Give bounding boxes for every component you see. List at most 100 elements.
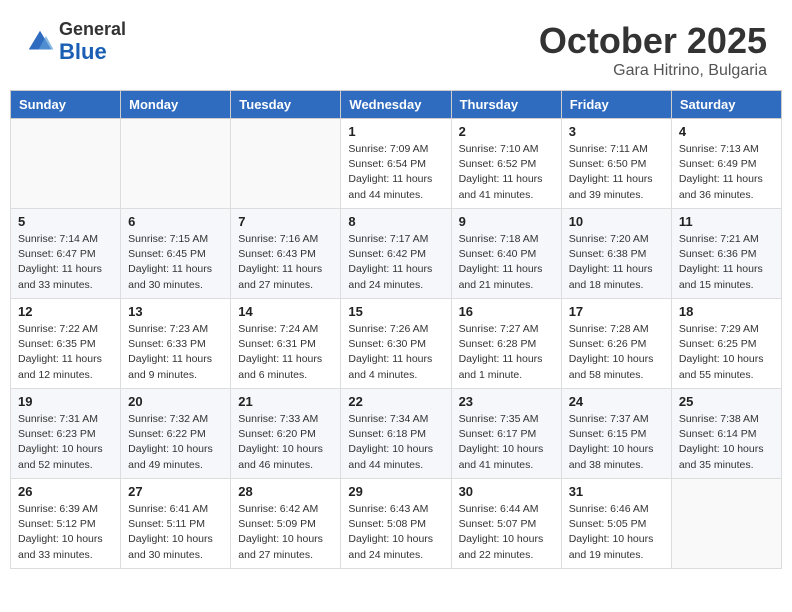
table-row: 31 Sunrise: 6:46 AM Sunset: 5:05 PM Dayli… [561, 479, 671, 569]
table-row: 27 Sunrise: 6:41 AM Sunset: 5:11 PM Dayli… [121, 479, 231, 569]
logo-blue: Blue [59, 40, 126, 64]
day-info: Sunrise: 7:32 AM Sunset: 6:22 PM Dayligh… [128, 412, 223, 473]
day-info: Sunrise: 7:22 AM Sunset: 6:35 PM Dayligh… [18, 322, 113, 383]
logo: General Blue [25, 20, 126, 64]
day-number: 18 [679, 304, 774, 319]
day-info: Sunrise: 7:13 AM Sunset: 6:49 PM Dayligh… [679, 142, 774, 203]
day-info: Sunrise: 7:20 AM Sunset: 6:38 PM Dayligh… [569, 232, 664, 293]
day-info: Sunrise: 7:35 AM Sunset: 6:17 PM Dayligh… [459, 412, 554, 473]
day-number: 23 [459, 394, 554, 409]
day-info: Sunrise: 7:26 AM Sunset: 6:30 PM Dayligh… [348, 322, 443, 383]
day-info: Sunrise: 7:27 AM Sunset: 6:28 PM Dayligh… [459, 322, 554, 383]
day-number: 12 [18, 304, 113, 319]
day-info: Sunrise: 7:29 AM Sunset: 6:25 PM Dayligh… [679, 322, 774, 383]
location: Gara Hitrino, Bulgaria [539, 62, 767, 80]
table-row: 18 Sunrise: 7:29 AM Sunset: 6:25 PM Dayli… [671, 299, 781, 389]
day-number: 5 [18, 214, 113, 229]
table-row: 8Sunrise: 7:17 AM Sunset: 6:42 PM Daylig… [341, 209, 451, 299]
table-row: 10 Sunrise: 7:20 AM Sunset: 6:38 PM Dayli… [561, 209, 671, 299]
day-number: 10 [569, 214, 664, 229]
day-number: 17 [569, 304, 664, 319]
calendar-week-row: 5 Sunrise: 7:14 AM Sunset: 6:47 PM Daylig… [11, 209, 782, 299]
day-number: 13 [128, 304, 223, 319]
day-info: Sunrise: 6:42 AM Sunset: 5:09 PM Dayligh… [238, 502, 333, 563]
day-info: Sunrise: 6:41 AM Sunset: 5:11 PM Dayligh… [128, 502, 223, 563]
table-row: 20 Sunrise: 7:32 AM Sunset: 6:22 PM Dayli… [121, 389, 231, 479]
table-row: 11 Sunrise: 7:21 AM Sunset: 6:36 PM Dayli… [671, 209, 781, 299]
table-row: 25 Sunrise: 7:38 AM Sunset: 6:14 PM Dayli… [671, 389, 781, 479]
logo-general: General [59, 20, 126, 40]
day-number: 21 [238, 394, 333, 409]
day-number: 26 [18, 484, 113, 499]
table-row: 1 Sunrise: 7:09 AM Sunset: 6:54 PM Daylig… [341, 119, 451, 209]
day-number: 1 [348, 124, 443, 139]
day-info: Sunrise: 7:10 AM Sunset: 6:52 PM Dayligh… [459, 142, 554, 203]
calendar-week-row: 26 Sunrise: 6:39 AM Sunset: 5:12 PM Dayli… [11, 479, 782, 569]
day-info: Sunrise: 7:18 AM Sunset: 6:40 PM Dayligh… [459, 232, 554, 293]
table-row: 7Sunrise: 7:16 AM Sunset: 6:43 PM Daylig… [231, 209, 341, 299]
table-row: 29Sunrise: 6:43 AM Sunset: 5:08 PM Dayli… [341, 479, 451, 569]
day-info: Sunrise: 7:17 AM Sunset: 6:42 PM Dayligh… [348, 232, 443, 293]
day-number: 9 [459, 214, 554, 229]
table-row: 19Sunrise: 7:31 AM Sunset: 6:23 PM Dayli… [11, 389, 121, 479]
day-info: Sunrise: 6:44 AM Sunset: 5:07 PM Dayligh… [459, 502, 554, 563]
day-info: Sunrise: 7:14 AM Sunset: 6:47 PM Dayligh… [18, 232, 113, 293]
day-info: Sunrise: 7:21 AM Sunset: 6:36 PM Dayligh… [679, 232, 774, 293]
calendar-week-row: 12 Sunrise: 7:22 AM Sunset: 6:35 PM Dayli… [11, 299, 782, 389]
day-number: 2 [459, 124, 554, 139]
table-row: 26 Sunrise: 6:39 AM Sunset: 5:12 PM Dayli… [11, 479, 121, 569]
day-number: 28 [238, 484, 333, 499]
day-number: 20 [128, 394, 223, 409]
day-info: Sunrise: 7:37 AM Sunset: 6:15 PM Dayligh… [569, 412, 664, 473]
day-number: 24 [569, 394, 664, 409]
day-info: Sunrise: 7:11 AM Sunset: 6:50 PM Dayligh… [569, 142, 664, 203]
table-row [121, 119, 231, 209]
day-info: Sunrise: 7:33 AM Sunset: 6:20 PM Dayligh… [238, 412, 333, 473]
title-block: October 2025 Gara Hitrino, Bulgaria [539, 20, 767, 80]
day-number: 4 [679, 124, 774, 139]
calendar-table: Sunday Monday Tuesday Wednesday Thursday… [10, 90, 782, 569]
logo-text: General Blue [59, 20, 126, 64]
calendar-week-row: 1 Sunrise: 7:09 AM Sunset: 6:54 PM Daylig… [11, 119, 782, 209]
table-row: 4 Sunrise: 7:13 AM Sunset: 6:49 PM Daylig… [671, 119, 781, 209]
day-info: Sunrise: 6:39 AM Sunset: 5:12 PM Dayligh… [18, 502, 113, 563]
day-info: Sunrise: 6:46 AM Sunset: 5:05 PM Dayligh… [569, 502, 664, 563]
header-tuesday: Tuesday [231, 91, 341, 119]
table-row [231, 119, 341, 209]
table-row: 14Sunrise: 7:24 AM Sunset: 6:31 PM Dayli… [231, 299, 341, 389]
table-row: 2 Sunrise: 7:10 AM Sunset: 6:52 PM Daylig… [451, 119, 561, 209]
day-number: 11 [679, 214, 774, 229]
table-row: 12 Sunrise: 7:22 AM Sunset: 6:35 PM Dayli… [11, 299, 121, 389]
table-row: 23 Sunrise: 7:35 AM Sunset: 6:17 PM Dayli… [451, 389, 561, 479]
table-row: 22Sunrise: 7:34 AM Sunset: 6:18 PM Dayli… [341, 389, 451, 479]
day-info: Sunrise: 7:09 AM Sunset: 6:54 PM Dayligh… [348, 142, 443, 203]
table-row: 21 Sunrise: 7:33 AM Sunset: 6:20 PM Dayli… [231, 389, 341, 479]
table-row: 28 Sunrise: 6:42 AM Sunset: 5:09 PM Dayli… [231, 479, 341, 569]
day-number: 3 [569, 124, 664, 139]
day-number: 31 [569, 484, 664, 499]
header-sunday: Sunday [11, 91, 121, 119]
table-row: 3 Sunrise: 7:11 AM Sunset: 6:50 PM Daylig… [561, 119, 671, 209]
table-row: 30Sunrise: 6:44 AM Sunset: 5:07 PM Dayli… [451, 479, 561, 569]
day-number: 6 [128, 214, 223, 229]
table-row: 13 Sunrise: 7:23 AM Sunset: 6:33 PM Dayli… [121, 299, 231, 389]
table-row: 9 Sunrise: 7:18 AM Sunset: 6:40 PM Daylig… [451, 209, 561, 299]
day-info: Sunrise: 7:23 AM Sunset: 6:33 PM Dayligh… [128, 322, 223, 383]
header-monday: Monday [121, 91, 231, 119]
day-number: 29 [348, 484, 443, 499]
day-info: Sunrise: 7:38 AM Sunset: 6:14 PM Dayligh… [679, 412, 774, 473]
day-info: Sunrise: 7:15 AM Sunset: 6:45 PM Dayligh… [128, 232, 223, 293]
day-number: 25 [679, 394, 774, 409]
header-wednesday: Wednesday [341, 91, 451, 119]
table-row [671, 479, 781, 569]
table-row: 16Sunrise: 7:27 AM Sunset: 6:28 PM Dayli… [451, 299, 561, 389]
table-row: 24 Sunrise: 7:37 AM Sunset: 6:15 PM Dayli… [561, 389, 671, 479]
day-number: 27 [128, 484, 223, 499]
table-row: 15Sunrise: 7:26 AM Sunset: 6:30 PM Dayli… [341, 299, 451, 389]
calendar-week-row: 19Sunrise: 7:31 AM Sunset: 6:23 PM Dayli… [11, 389, 782, 479]
calendar-header-row: Sunday Monday Tuesday Wednesday Thursday… [11, 91, 782, 119]
day-number: 14 [238, 304, 333, 319]
day-info: Sunrise: 7:16 AM Sunset: 6:43 PM Dayligh… [238, 232, 333, 293]
day-info: Sunrise: 7:34 AM Sunset: 6:18 PM Dayligh… [348, 412, 443, 473]
table-row: 6 Sunrise: 7:15 AM Sunset: 6:45 PM Daylig… [121, 209, 231, 299]
